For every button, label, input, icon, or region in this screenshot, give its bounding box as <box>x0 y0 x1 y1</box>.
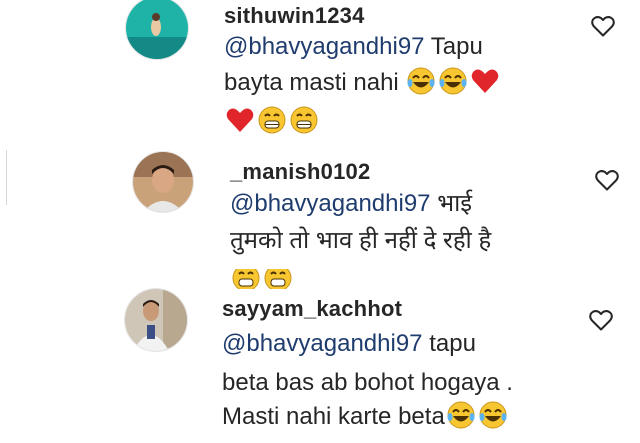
comment-text: bayta masti nahi <box>224 69 406 96</box>
avatar[interactable] <box>132 151 194 213</box>
comment-text: Tapu <box>424 33 483 60</box>
heart-outline-icon[interactable] <box>588 308 614 332</box>
red-heart-emoji <box>470 66 500 96</box>
comment-text-line: Masti nahi karte beta <box>222 400 509 434</box>
avatar-image <box>126 0 188 59</box>
red-heart-emoji <box>225 105 255 135</box>
grinning-emoji <box>257 105 287 135</box>
laughing-tears-emoji <box>478 400 508 430</box>
mention-link[interactable]: @bhavyagandhi97 <box>230 190 431 217</box>
comment-text-line: bayta masti nahi <box>224 66 501 100</box>
grinning-emoji <box>263 269 293 289</box>
laughing-tears-emoji <box>406 66 436 96</box>
emoji-row <box>224 105 320 135</box>
comments-screen: sithuwin1234 @bhavyagandhi97 Tapu bayta … <box>0 0 640 443</box>
comment-username[interactable]: sithuwin1234 <box>224 3 365 29</box>
grinning-emoji <box>231 269 261 289</box>
comment-text-line: तुमको तो भाव ही नहीं दे रही है <box>230 227 492 254</box>
comment-text-line: beta bas ab bohot hogaya . <box>222 369 513 396</box>
comment-text-line: @bhavyagandhi97 tapu <box>222 327 476 361</box>
comment-username[interactable]: _manish0102 <box>230 159 370 185</box>
comment-text: भाई <box>430 190 473 217</box>
emoji-row <box>0 269 640 289</box>
avatar-image <box>133 152 193 212</box>
comment-text: tapu <box>422 330 476 357</box>
comment-item: _manish0102 @bhavyagandhi97 भाई तुमको तो… <box>0 148 640 288</box>
laughing-tears-emoji <box>446 400 476 430</box>
comment-text-line: @bhavyagandhi97 भाई <box>230 187 472 221</box>
grinning-emoji <box>289 105 319 135</box>
mention-link[interactable]: @bhavyagandhi97 <box>224 33 425 60</box>
laughing-tears-emoji <box>438 66 468 96</box>
comment-item: sithuwin1234 @bhavyagandhi97 Tapu bayta … <box>0 0 640 150</box>
comment-text: Masti nahi karte beta <box>222 403 445 430</box>
avatar[interactable] <box>124 288 188 352</box>
comment-text-line: @bhavyagandhi97 Tapu <box>224 30 483 64</box>
heart-outline-icon[interactable] <box>594 168 620 192</box>
comment-item: sayyam_kachhot @bhavyagandhi97 tapu beta… <box>0 288 640 443</box>
comment-username[interactable]: sayyam_kachhot <box>222 296 402 322</box>
avatar[interactable] <box>125 0 189 60</box>
avatar-image <box>125 289 187 351</box>
heart-outline-icon[interactable] <box>590 14 616 38</box>
mention-link[interactable]: @bhavyagandhi97 <box>222 330 423 357</box>
